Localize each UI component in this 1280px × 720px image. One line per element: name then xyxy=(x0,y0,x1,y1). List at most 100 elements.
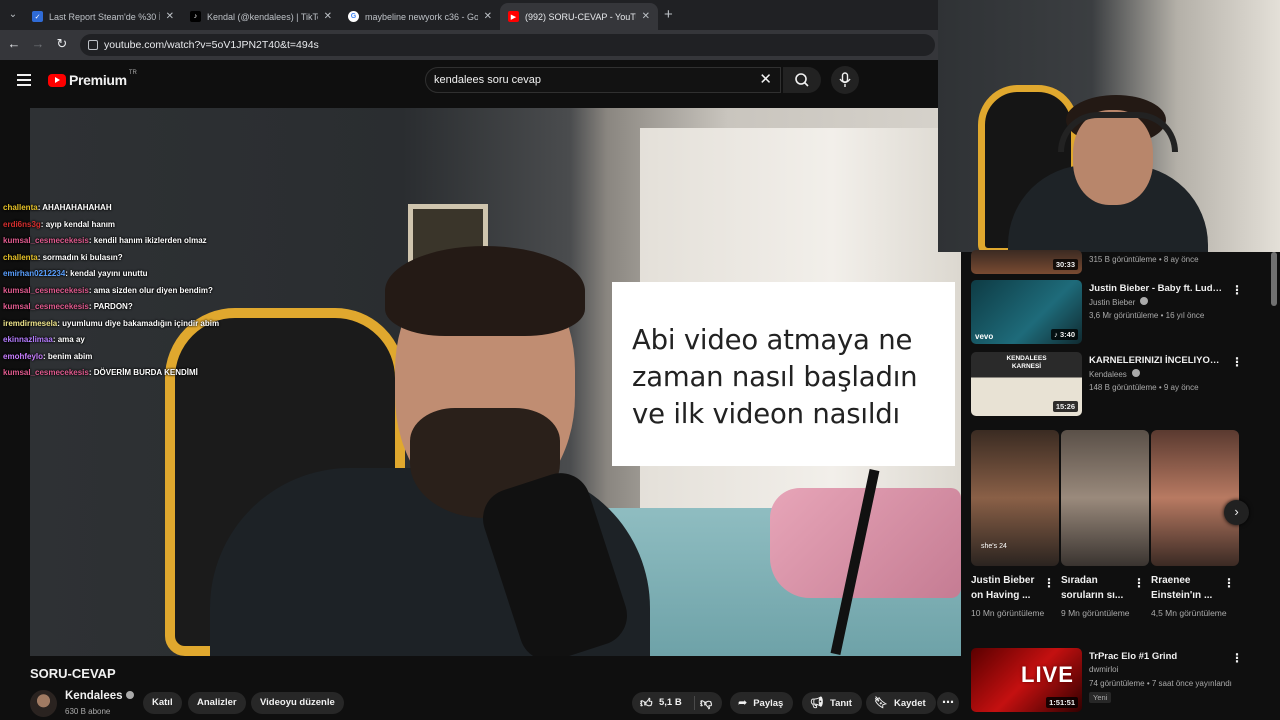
bookmark-icon: 🔖︎ xyxy=(874,697,888,709)
back-arrow-icon[interactable]: ← xyxy=(6,36,22,52)
join-button[interactable]: Katıl xyxy=(143,692,182,714)
tab-title: Kendal (@kendalees) | TikTok xyxy=(207,11,318,22)
short-thumbnail[interactable] xyxy=(1061,430,1149,566)
video-thumbnail[interactable]: KENDALEES KARNESİ 15:26 xyxy=(971,352,1082,416)
analytics-button[interactable]: Analizler xyxy=(188,692,246,714)
chat-username: iremdirmesela xyxy=(3,318,58,328)
headset xyxy=(1058,112,1178,152)
video-title[interactable]: TrPrac Elo #1 Grind xyxy=(1089,650,1224,663)
video-title: SORU-CEVAP xyxy=(30,666,116,681)
share-icon: ➦ xyxy=(738,697,748,709)
kebab-menu-icon[interactable]: ⋮ xyxy=(1231,651,1243,665)
list-item[interactable]: 30:33 315 B görüntüleme • 8 ay önce xyxy=(971,250,1251,276)
short-thumbnail[interactable]: she's 24 xyxy=(971,430,1059,566)
chat-text: ama ay xyxy=(57,335,85,344)
youtube-logo[interactable]: Premium TR xyxy=(48,70,137,88)
forward-arrow-icon[interactable]: → xyxy=(30,36,46,52)
address-bar-row: ← → ↻ youtube.com/watch?v=5oV1JPN2T40&t=… xyxy=(0,30,940,60)
close-tab-icon[interactable]: ✕ xyxy=(324,11,332,22)
close-tab-icon[interactable]: ✕ xyxy=(484,11,492,22)
url-field[interactable]: youtube.com/watch?v=5oV1JPN2T40&t=494s xyxy=(80,34,935,56)
chat-text: ama sizden olur diyen bendim? xyxy=(93,285,213,295)
site-info-icon[interactable] xyxy=(88,40,98,50)
youtube-favicon-icon: ▶ xyxy=(508,11,519,22)
list-item[interactable]: LIVE 1:51:51 TrPrac Elo #1 Grind dwmirlo… xyxy=(971,648,1251,714)
verified-icon xyxy=(1132,369,1141,377)
video-thumbnail[interactable]: vevo ♪ 3:40 xyxy=(971,280,1082,344)
chat-message: challenta: AHAHAHAHAHAH xyxy=(3,200,303,217)
vevo-logo: vevo xyxy=(975,332,994,341)
tab-title: maybeline newyork c36 - Google xyxy=(365,11,478,22)
tab-tiktok[interactable]: ♪ Kendal (@kendalees) | TikTok ✕ xyxy=(182,3,340,30)
chat-message: emirhan0212234: kendal yayını unuttu xyxy=(3,266,303,283)
video-title[interactable]: KARNELERINIZI İNCELIYORUM... xyxy=(1089,354,1224,367)
short-views: 4,5 Mn görüntüleme xyxy=(1151,608,1227,618)
reload-icon[interactable]: ↻ xyxy=(54,36,70,52)
channel-name[interactable]: dwmirloi xyxy=(1089,665,1118,674)
channel-name[interactable]: Justin Bieber xyxy=(1089,297,1149,307)
chat-username: ekinnazlimaa xyxy=(3,335,53,344)
short-title[interactable]: Sıradan soruların sı... xyxy=(1061,573,1137,603)
close-tab-icon[interactable]: ✕ xyxy=(166,11,174,22)
kebab-menu-icon[interactable]: ⋮ xyxy=(1231,283,1243,297)
like-icon[interactable]: 👍︎ xyxy=(640,692,653,714)
more-actions-button[interactable]: ⋯ xyxy=(937,692,959,714)
chat-text: PARDON? xyxy=(93,302,133,311)
chat-text: benim abim xyxy=(47,351,93,361)
tab-youtube[interactable]: ▶ (992) SORU-CEVAP - YouTube ✕ xyxy=(500,3,658,30)
search-icon xyxy=(795,73,809,87)
megaphone-icon: 📢︎ xyxy=(810,697,824,709)
short-title[interactable]: Rraenee Einstein'ın ... xyxy=(1151,573,1227,603)
sidebar-scrollbar[interactable] xyxy=(1271,252,1277,306)
tab-steam[interactable]: ✓ Last Report Steam'de %30 İndirim ✕ xyxy=(24,3,182,30)
clear-search-icon[interactable]: ✕ xyxy=(759,68,772,92)
chat-username: kumsal_cesmecekesis xyxy=(3,285,89,295)
short-thumbnail[interactable] xyxy=(1151,430,1239,566)
menu-icon[interactable] xyxy=(17,74,31,86)
divider xyxy=(694,696,695,710)
chevron-right-icon[interactable]: › xyxy=(1224,500,1249,525)
search-input[interactable]: kendalees soru cevap ✕ xyxy=(425,67,781,93)
promote-button[interactable]: 📢︎ Tanıt xyxy=(802,692,862,714)
dislike-icon[interactable]: 👎︎ xyxy=(700,692,712,714)
tab-search-icon[interactable]: ⌄ xyxy=(6,8,20,22)
chat-message: kumsal_cesmecekesis: DÖVERİM BURDA KENDİ… xyxy=(3,365,303,382)
like-count[interactable]: 5,1 B xyxy=(659,692,682,714)
share-button[interactable]: ➦ Paylaş xyxy=(730,692,794,714)
avatar[interactable] xyxy=(30,690,57,717)
tab-google[interactable]: G maybeline newyork c36 - Google ✕ xyxy=(340,3,500,30)
voice-search-button[interactable] xyxy=(831,66,859,94)
channel-name[interactable]: Kendalees xyxy=(65,690,134,702)
edit-video-button[interactable]: Videoyu düzenle xyxy=(251,692,344,714)
streamer-hair xyxy=(385,246,585,336)
short-title[interactable]: Justin Bieber on Having ... xyxy=(971,573,1047,603)
youtube-header: Premium TR kendalees soru cevap ✕ xyxy=(0,60,940,102)
close-tab-icon[interactable]: ✕ xyxy=(642,11,650,22)
tab-title: (992) SORU-CEVAP - YouTube xyxy=(525,11,636,22)
chat-text: DÖVERİM BURDA KENDİMİ xyxy=(93,368,198,377)
kebab-menu-icon[interactable]: ⋮ xyxy=(1223,576,1235,590)
video-thumbnail[interactable]: 30:33 xyxy=(971,250,1082,274)
tab-title: Last Report Steam'de %30 İndirim xyxy=(49,11,160,22)
stream-chat-overlay: challenta: AHAHAHAHAHAH erdi6ns3g: ayıp k… xyxy=(3,200,303,382)
list-item[interactable]: KENDALEES KARNESİ 15:26 KARNELERINIZI İN… xyxy=(971,352,1251,418)
promote-label: Tanıt xyxy=(829,698,852,709)
duration-badge: 30:33 xyxy=(1052,259,1078,270)
chat-message: iremdirmesela: uyumlumu diye bakamadığın… xyxy=(3,316,303,333)
save-button[interactable]: 🔖︎ Kaydet xyxy=(866,692,936,714)
kebab-menu-icon[interactable]: ⋮ xyxy=(1231,355,1243,369)
chat-message: erdi6ns3g: ayıp kendal hanım xyxy=(3,217,303,234)
chat-username: challenta xyxy=(3,203,38,212)
channel-name[interactable]: Kendalees xyxy=(1089,369,1141,379)
search-button[interactable] xyxy=(783,67,821,93)
kebab-menu-icon[interactable]: ⋮ xyxy=(1043,576,1055,590)
search-value: kendalees soru cevap xyxy=(434,74,542,86)
short-views: 10 Mn görüntüleme xyxy=(971,608,1045,618)
video-thumbnail[interactable]: LIVE 1:51:51 xyxy=(971,648,1082,712)
video-title[interactable]: Justin Bieber - Baby ft. Ludacris xyxy=(1089,282,1224,295)
microphone-icon xyxy=(839,72,851,87)
new-tab-icon[interactable]: + xyxy=(664,6,673,23)
logo-country: TR xyxy=(128,70,137,76)
list-item[interactable]: vevo ♪ 3:40 Justin Bieber - Baby ft. Lud… xyxy=(971,280,1251,346)
kebab-menu-icon[interactable]: ⋮ xyxy=(1133,576,1145,590)
